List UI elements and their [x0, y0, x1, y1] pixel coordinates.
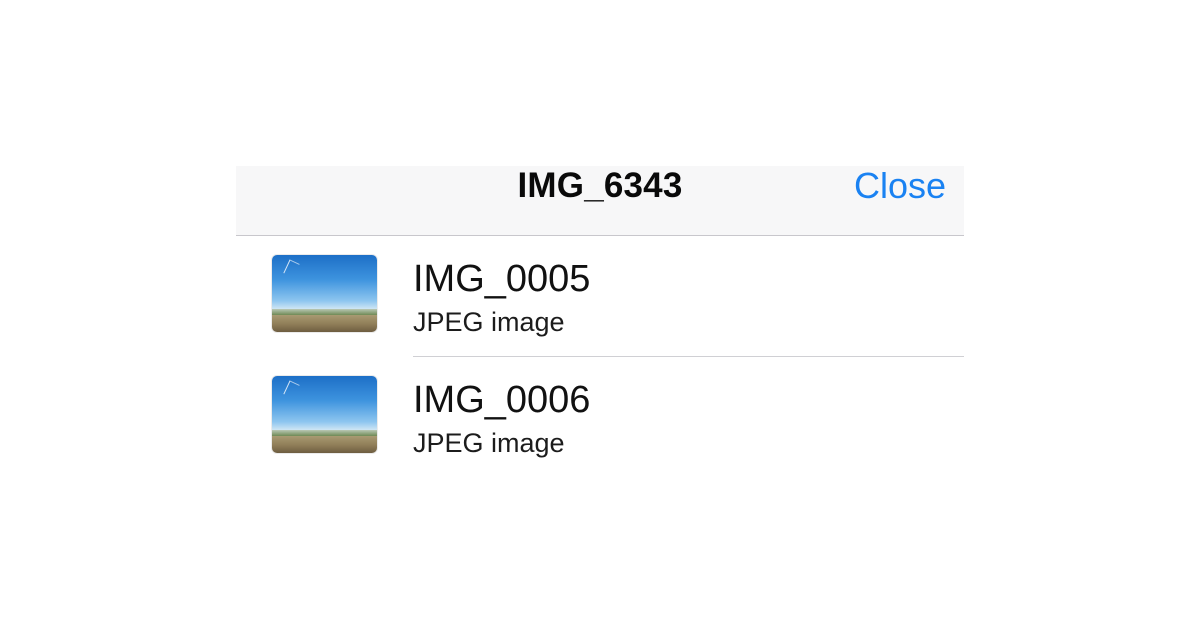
list-item[interactable]: IMG_0006 JPEG image — [236, 357, 964, 478]
list-item[interactable]: IMG_0005 JPEG image — [236, 236, 964, 357]
file-name: IMG_0006 — [413, 379, 591, 421]
file-type: JPEG image — [413, 428, 565, 458]
file-name: IMG_0005 — [413, 258, 591, 300]
close-button[interactable]: Close — [854, 166, 946, 206]
file-type: JPEG image — [413, 307, 565, 337]
photo-thumbnail — [272, 255, 377, 332]
photo-thumbnail — [272, 376, 377, 453]
navigation-bar: IMG_6343 Close — [236, 166, 964, 236]
file-list: IMG_0005 JPEG image IMG_0006 JPEG image — [236, 236, 964, 478]
